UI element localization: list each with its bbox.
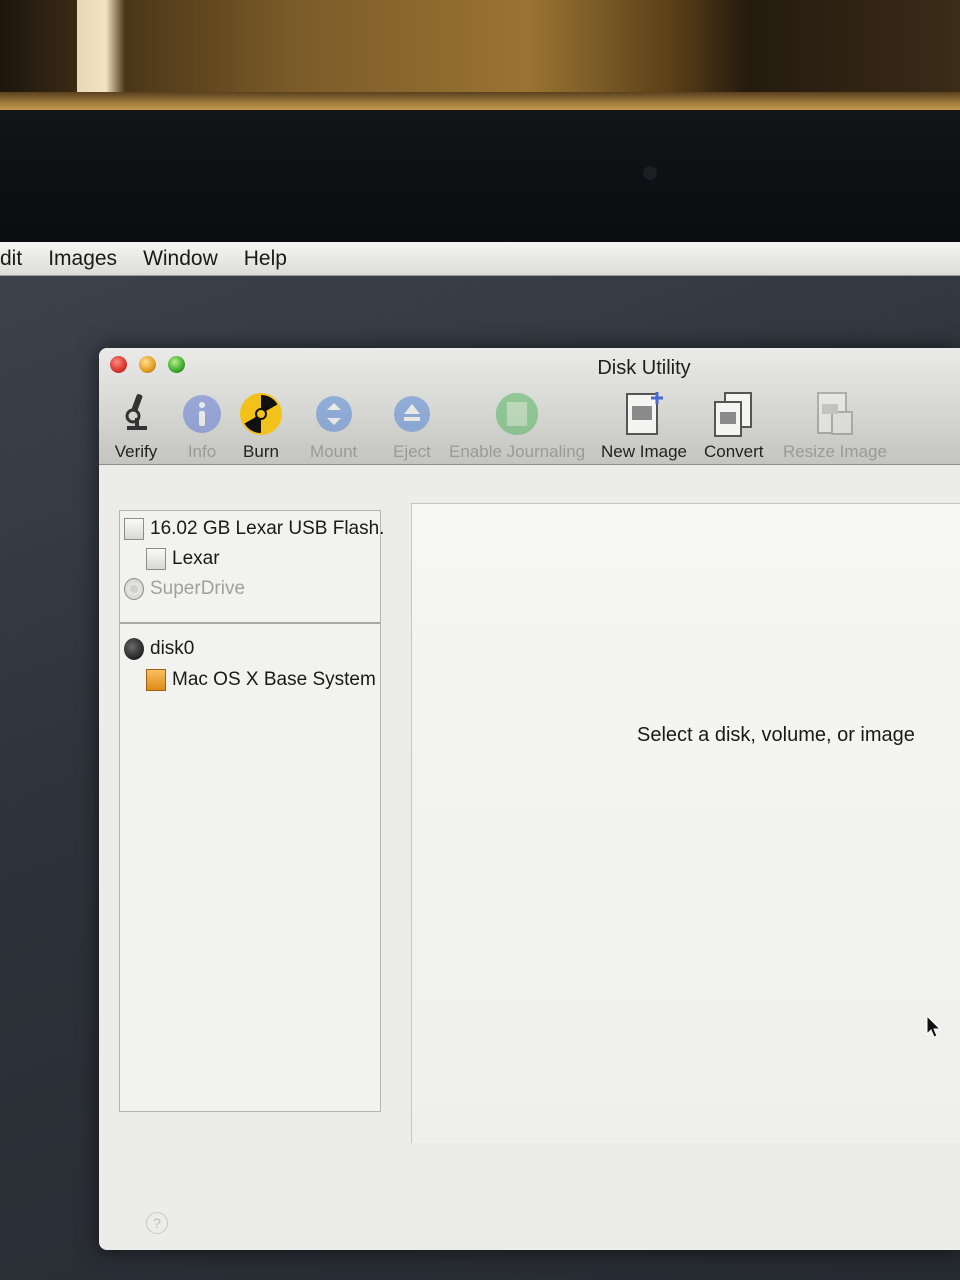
resize-image-button[interactable]: Resize Image: [783, 390, 887, 462]
list-item-disk0[interactable]: disk0: [124, 635, 384, 663]
list-item-label: Mac OS X Base System: [172, 669, 376, 690]
help-button[interactable]: ?: [146, 1212, 168, 1234]
zoom-button[interactable]: [168, 356, 185, 373]
info-icon: [179, 390, 225, 438]
empty-selection-message: Select a disk, volume, or image: [637, 724, 915, 746]
menu-images[interactable]: Images: [48, 247, 117, 271]
info-label: Info: [187, 442, 217, 461]
list-item-label: SuperDrive: [150, 578, 246, 599]
eject-button[interactable]: Eject: [389, 390, 435, 462]
burn-button[interactable]: Burn: [238, 390, 284, 462]
enable-journaling-label: Enable Journaling: [449, 442, 586, 461]
device-list[interactable]: 16.02 GB Lexar USB Flash... Lexar SuperD…: [119, 510, 384, 1112]
hard-disk-icon: [124, 638, 144, 660]
menu-help[interactable]: Help: [244, 247, 287, 271]
new-image-icon: [621, 390, 667, 438]
webcam-icon: [643, 166, 657, 180]
convert-button[interactable]: Convert: [704, 390, 764, 462]
list-item-label: 16.02 GB Lexar USB Flash...: [150, 518, 384, 539]
list-item-usb-drive[interactable]: 16.02 GB Lexar USB Flash...: [124, 515, 384, 543]
mac-volume-icon: [146, 669, 166, 691]
mount-button[interactable]: Mount: [310, 390, 357, 462]
enable-journaling-button[interactable]: Enable Journaling: [449, 390, 585, 462]
new-image-label: New Image: [601, 442, 687, 461]
window-title: Disk Utility: [597, 357, 691, 379]
usb-drive-icon: [124, 518, 144, 540]
list-item-label: Lexar: [172, 548, 220, 569]
verify-label: Verify: [114, 442, 158, 461]
verify-button[interactable]: Verify: [113, 390, 159, 462]
minimize-button[interactable]: [139, 356, 156, 373]
info-button[interactable]: Info: [179, 390, 225, 462]
detail-pane: Select a disk, volume, or image: [411, 503, 960, 1143]
mount-icon: [311, 390, 357, 438]
mouse-cursor-icon: [926, 1015, 942, 1038]
menu-window[interactable]: Window: [143, 247, 218, 271]
volume-icon: [146, 548, 166, 570]
mount-label: Mount: [310, 442, 358, 461]
list-item-base-system[interactable]: Mac OS X Base System: [146, 666, 406, 694]
burn-label: Burn: [243, 442, 279, 461]
list-item-superdrive[interactable]: SuperDrive: [124, 575, 384, 603]
resize-image-label: Resize Image: [783, 442, 887, 461]
microscope-icon: [113, 390, 159, 438]
resize-image-icon: [812, 390, 858, 438]
list-item-lexar[interactable]: Lexar: [146, 545, 406, 573]
menu-bar: dit Images Window Help: [0, 242, 960, 276]
journaling-icon: [494, 390, 540, 438]
title-bar[interactable]: Disk Utility Verify Info Burn Mount Ejec…: [99, 348, 960, 465]
disk-utility-window: Disk Utility Verify Info Burn Mount Ejec…: [99, 348, 960, 1250]
convert-icon: [711, 390, 757, 438]
room-shelf: [0, 92, 960, 110]
convert-label: Convert: [704, 442, 764, 461]
menu-edit[interactable]: dit: [0, 247, 22, 271]
close-button[interactable]: [110, 356, 127, 373]
optical-drive-icon: [124, 578, 144, 600]
monitor-bezel: [0, 110, 960, 244]
eject-label: Eject: [393, 442, 431, 461]
list-item-label: disk0: [150, 638, 195, 659]
list-divider: [120, 622, 380, 624]
burn-icon: [238, 390, 284, 438]
eject-icon: [389, 390, 435, 438]
new-image-button[interactable]: New Image: [601, 390, 687, 462]
